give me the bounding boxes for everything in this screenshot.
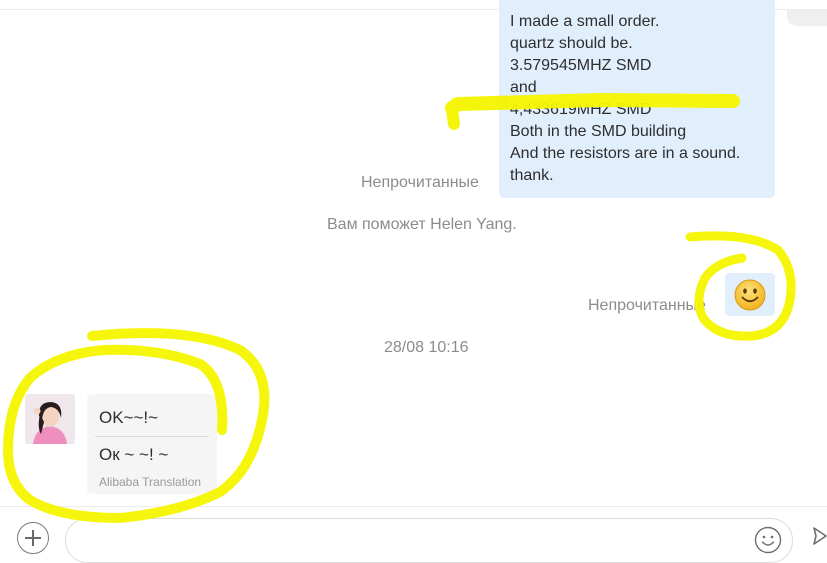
message-line: quartz should be.	[510, 35, 633, 52]
outgoing-message-bubble[interactable]: I made a small order. quartz should be. …	[499, 0, 775, 198]
smiley-icon[interactable]	[754, 526, 782, 554]
message-line: 3.579545MHZ SMD	[510, 57, 652, 74]
translated-text: Ок ~ ~! ~	[99, 445, 169, 464]
smiley-emoji-icon	[734, 279, 766, 311]
translation-divider	[95, 436, 209, 437]
message-timestamp: 28/08 10:16	[384, 339, 469, 356]
unread-status: Непрочитанные	[361, 174, 479, 191]
message-input[interactable]	[65, 518, 793, 563]
avatar-photo	[25, 394, 75, 444]
message-line: And the resistors are in a sound.	[510, 145, 741, 162]
emoji-message-bubble[interactable]	[725, 273, 775, 316]
incoming-message-bubble[interactable]: OK~~!~ Ок ~ ~! ~ Alibaba Translation	[87, 394, 217, 494]
message-line: I made a small order.	[510, 13, 660, 30]
previous-message-edge	[787, 10, 827, 26]
original-text: OK~~!~	[99, 408, 159, 427]
message-line: Both in the SMD building	[510, 123, 687, 140]
avatar[interactable]	[25, 394, 75, 444]
highlight-underline-tail	[446, 104, 460, 130]
message-line: thank.	[510, 167, 554, 184]
system-notice: Вам поможет Helen Yang.	[327, 216, 517, 233]
send-icon[interactable]	[812, 524, 827, 553]
message-line: 4,433619MHZ SMD	[510, 101, 652, 118]
plus-circle-icon[interactable]	[17, 522, 49, 554]
unread-status: Непрочитанные	[588, 297, 706, 314]
message-line: and	[510, 79, 537, 96]
translation-source: Alibaba Translation	[99, 475, 202, 489]
